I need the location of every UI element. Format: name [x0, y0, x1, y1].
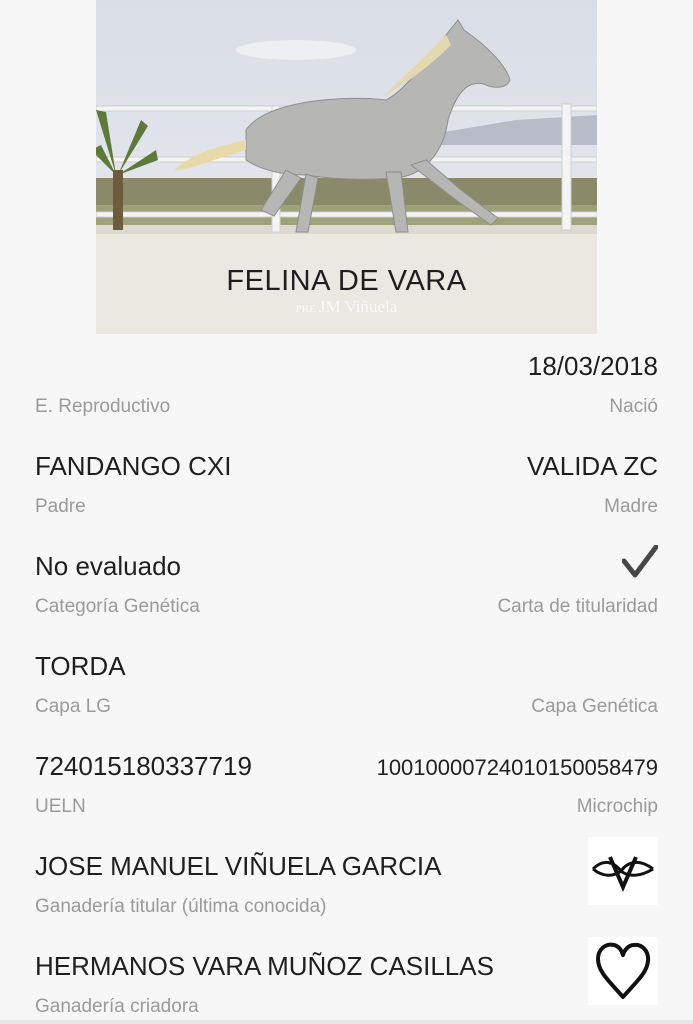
mother-value[interactable]: VALIDA ZC: [527, 451, 658, 482]
owner-stud-label: Ganadería titular (última conocida): [35, 896, 327, 917]
microchip-label: Microchip: [576, 796, 658, 817]
watermark-prefix: PRE: [295, 303, 316, 315]
watermark-text: JM Viñuela: [318, 297, 398, 316]
photo-watermark: PRE JM Viñuela: [96, 297, 597, 317]
bottom-divider: [0, 1020, 693, 1024]
breeder-stud-label: Ganadería criadora: [35, 996, 199, 1017]
brand-mark-icon: [588, 837, 658, 905]
checkmark-icon: [621, 544, 659, 586]
father-value[interactable]: FANDANGO CXI: [35, 451, 231, 482]
genetic-category-value: No evaluado: [35, 551, 181, 581]
genetic-category-label: Categoría Genética: [35, 596, 200, 617]
horse-photo: FELINA DE VARA PRE JM Viñuela: [96, 0, 597, 334]
birth-label: Nació: [609, 396, 658, 417]
reproductive-label: E. Reproductivo: [35, 396, 171, 417]
owner-stud-value[interactable]: JOSE MANUEL VIÑUELA GARCIA: [35, 851, 441, 882]
ueln-value: 724015180337719: [35, 751, 252, 781]
breeder-stud-value[interactable]: HERMANOS VARA MUÑOZ CASILLAS: [35, 951, 494, 982]
birth-date-value: 18/03/2018: [527, 351, 658, 381]
ownership-card-label: Carta de titularidad: [497, 596, 658, 617]
coat-genetic-label: Capa Genética: [531, 696, 658, 717]
microchip-value: 10010000724010150058479: [376, 755, 658, 780]
father-label: Padre: [35, 496, 86, 517]
heart-brand-icon: [588, 937, 658, 1005]
horse-name: FELINA DE VARA: [226, 265, 467, 297]
coat-lg-label: Capa LG: [35, 696, 112, 717]
ueln-label: UELN: [35, 796, 86, 817]
coat-lg-value: TORDA: [35, 651, 126, 681]
mother-label: Madre: [604, 496, 658, 517]
